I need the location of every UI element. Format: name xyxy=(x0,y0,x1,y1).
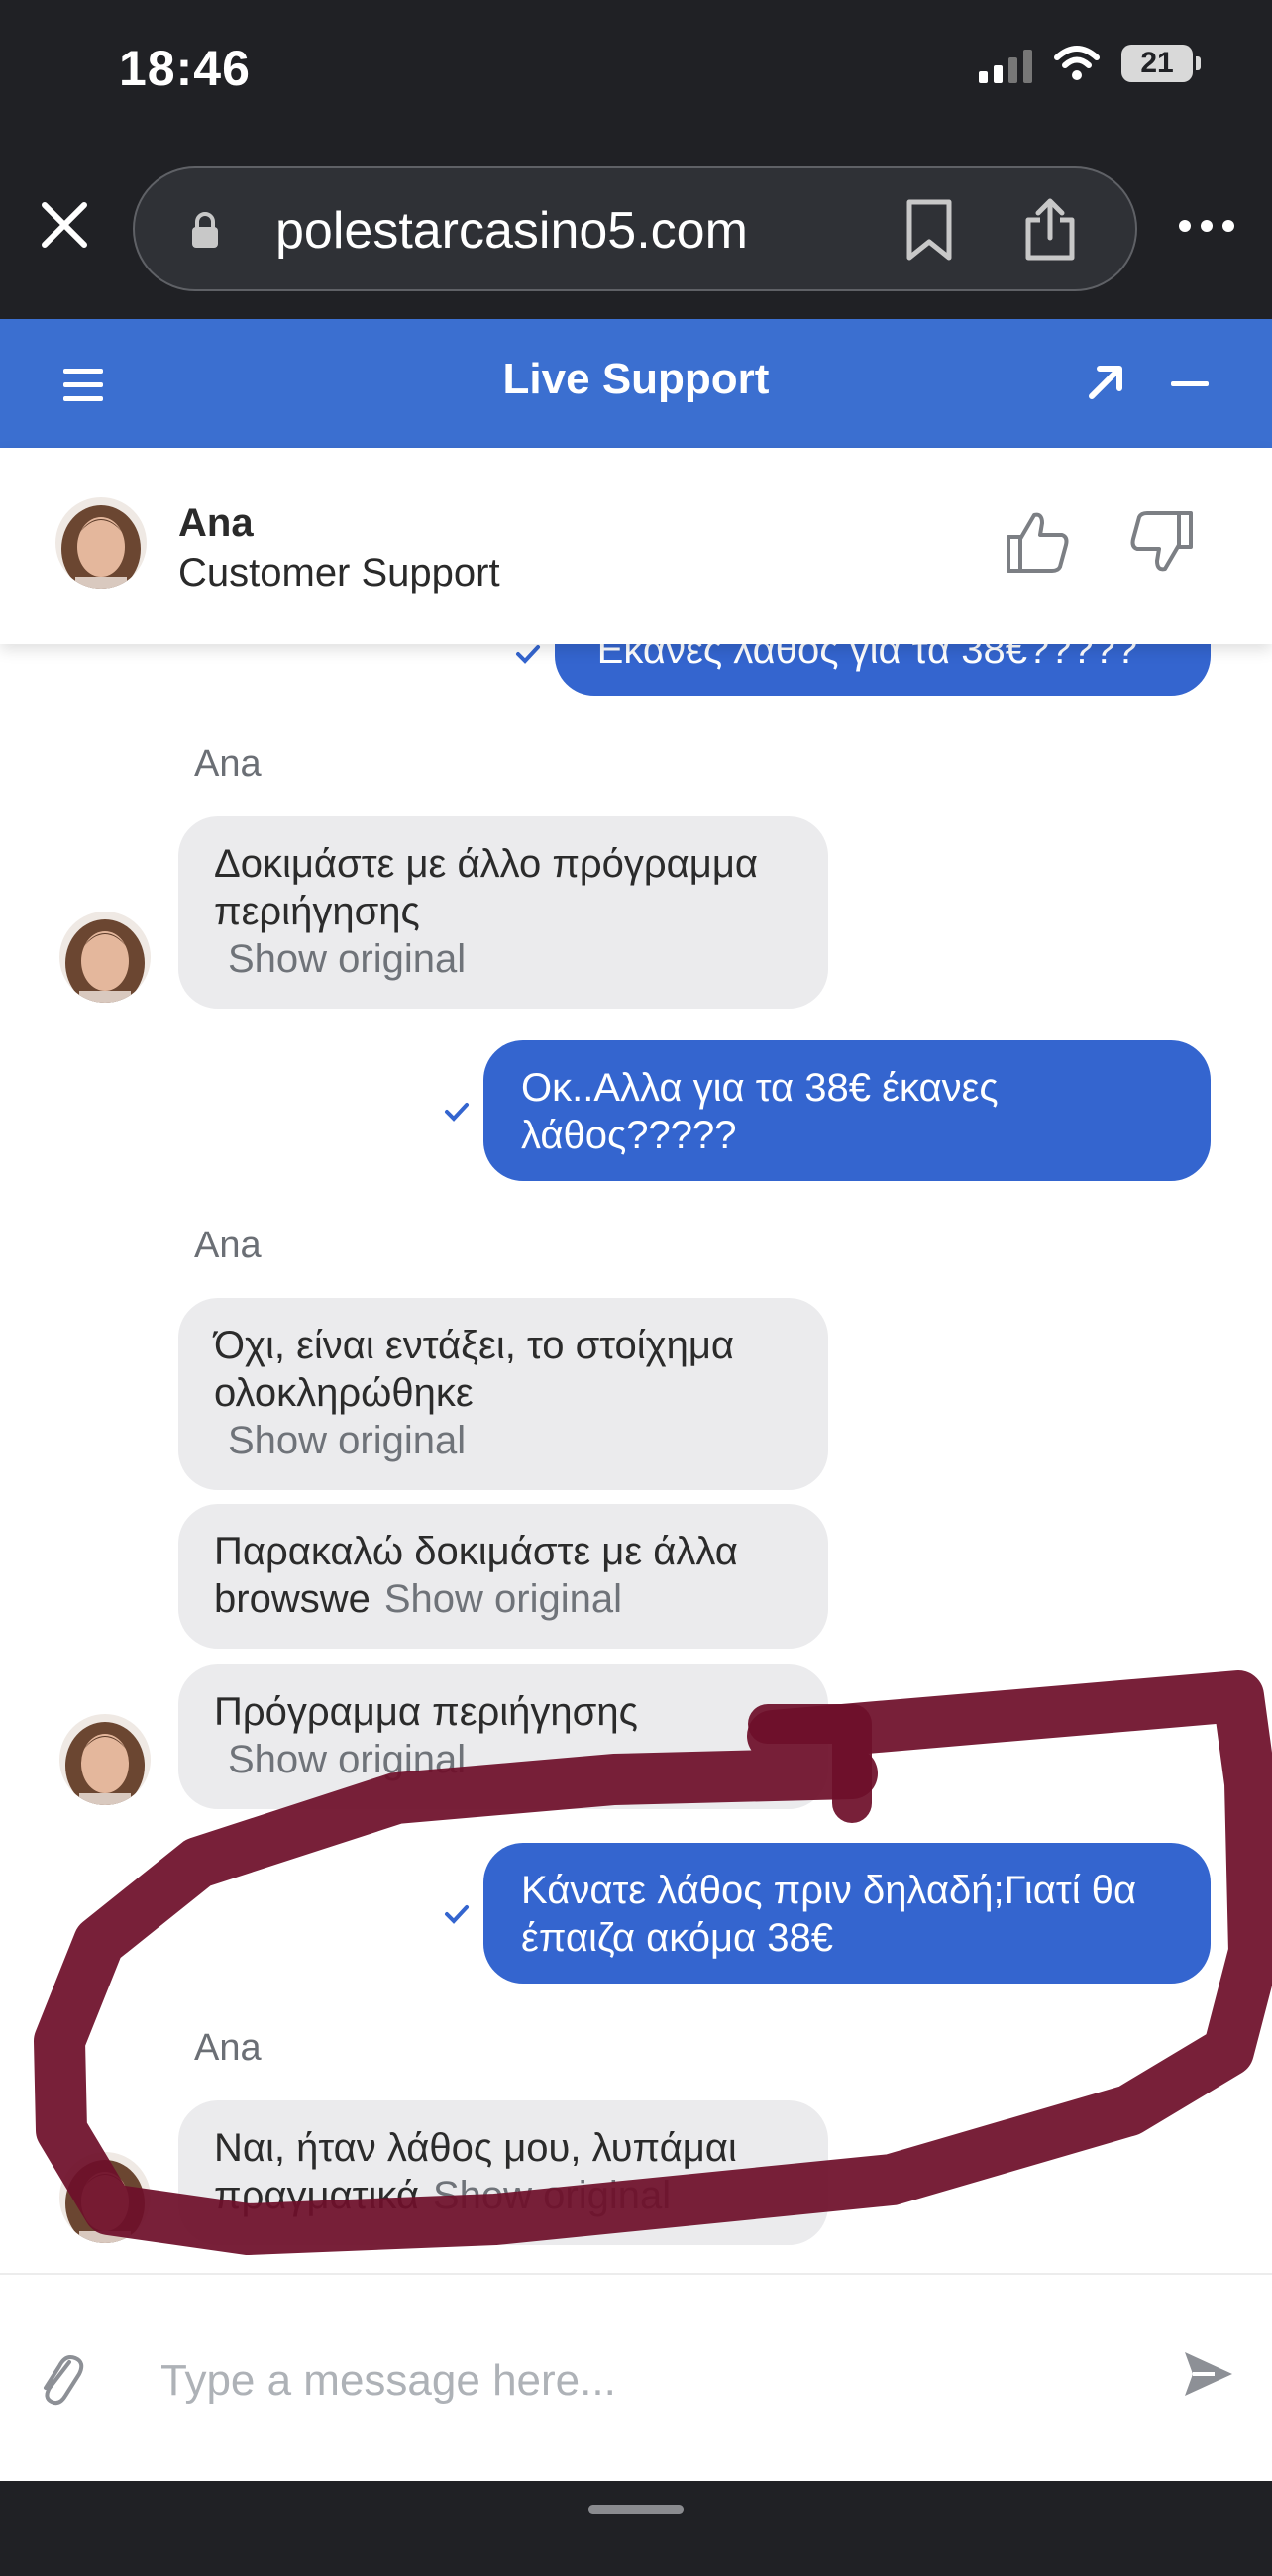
home-handle[interactable] xyxy=(588,2505,684,2514)
agent-card: Ana Customer Support xyxy=(0,448,1272,644)
check-icon xyxy=(445,1103,469,1122)
address-bar[interactable]: polestarcasino5.com xyxy=(133,166,1137,291)
wifi-icon xyxy=(1054,46,1100,80)
browser-chrome: 18:46 21 polestarcasino5.com xyxy=(0,0,1272,319)
agent-message: Ναι, ήταν λάθος μου, λυπάμαι πραγματικά S… xyxy=(178,2100,828,2245)
signal-icon xyxy=(979,44,1032,83)
agent-message-text: Δοκιμάστε με άλλο πρόγραμμα περιήγησης xyxy=(214,842,759,933)
user-message: Κάνατε λάθος πριν δηλαδή;Γιατί θα έπαιζα… xyxy=(483,1843,1211,1984)
chat-transcript[interactable]: Έκανες λάθος για τα 38€????? Ana Δοκιμάσ… xyxy=(0,594,1272,2273)
user-message: Οκ..Αλλα για τα 38€ έκανες λάθος????? xyxy=(483,1040,1211,1181)
attach-icon[interactable] xyxy=(36,2348,85,2408)
show-original-link[interactable]: Show original xyxy=(419,2174,671,2217)
agent-message: Παρακαλώ δοκιμάστε με άλλα browswe Show o… xyxy=(178,1504,828,1649)
check-icon xyxy=(516,645,540,664)
show-original-link[interactable]: Show original xyxy=(214,937,466,981)
page-title: Live Support xyxy=(502,355,770,403)
show-original-link[interactable]: Show original xyxy=(371,1577,622,1621)
check-icon xyxy=(445,1905,469,1924)
close-icon[interactable] xyxy=(34,194,95,256)
expand-icon[interactable] xyxy=(1086,363,1125,402)
message-sender: Ana xyxy=(194,1225,262,1266)
bookmark-icon[interactable] xyxy=(903,198,955,262)
avatar xyxy=(59,1714,151,1805)
show-original-link[interactable]: Show original xyxy=(214,1738,466,1781)
thumbs-up-icon[interactable] xyxy=(1003,507,1072,577)
send-icon[interactable] xyxy=(1181,2346,1236,2402)
status-icons: 21 xyxy=(979,44,1201,83)
browser-toolbar xyxy=(0,2481,1272,2576)
avatar xyxy=(59,912,151,1003)
agent-message-text: Πρόγραμμα περιήγησης xyxy=(214,1690,638,1734)
avatar xyxy=(55,497,147,589)
battery-icon: 21 xyxy=(1121,45,1201,82)
agent-message: Όχι, είναι εντάξει, το στοίχημα ολοκληρώ… xyxy=(178,1298,828,1490)
agent-message: Δοκιμάστε με άλλο πρόγραμμα περιήγησης S… xyxy=(178,816,828,1009)
minimize-icon[interactable] xyxy=(1171,381,1209,386)
message-sender: Ana xyxy=(194,743,262,785)
message-composer xyxy=(0,2273,1272,2481)
agent-role: Customer Support xyxy=(178,551,500,594)
agent-message: Πρόγραμμα περιήγησης Show original xyxy=(178,1664,828,1809)
message-sender: Ana xyxy=(194,2027,262,2069)
agent-name: Ana xyxy=(178,501,254,545)
status-time: 18:46 xyxy=(119,41,251,96)
thumbs-down-icon[interactable] xyxy=(1127,507,1197,577)
agent-message-text: Όχι, είναι εντάξει, το στοίχημα ολοκληρώ… xyxy=(214,1324,735,1415)
avatar xyxy=(59,2152,151,2243)
live-support-header: Live Support xyxy=(0,319,1272,448)
url-text: polestarcasino5.com xyxy=(275,202,748,260)
message-input[interactable] xyxy=(159,2340,1113,2421)
more-icon[interactable] xyxy=(1179,220,1234,232)
show-original-link[interactable]: Show original xyxy=(214,1419,466,1462)
share-icon[interactable] xyxy=(1022,198,1078,262)
lock-icon xyxy=(192,212,218,248)
